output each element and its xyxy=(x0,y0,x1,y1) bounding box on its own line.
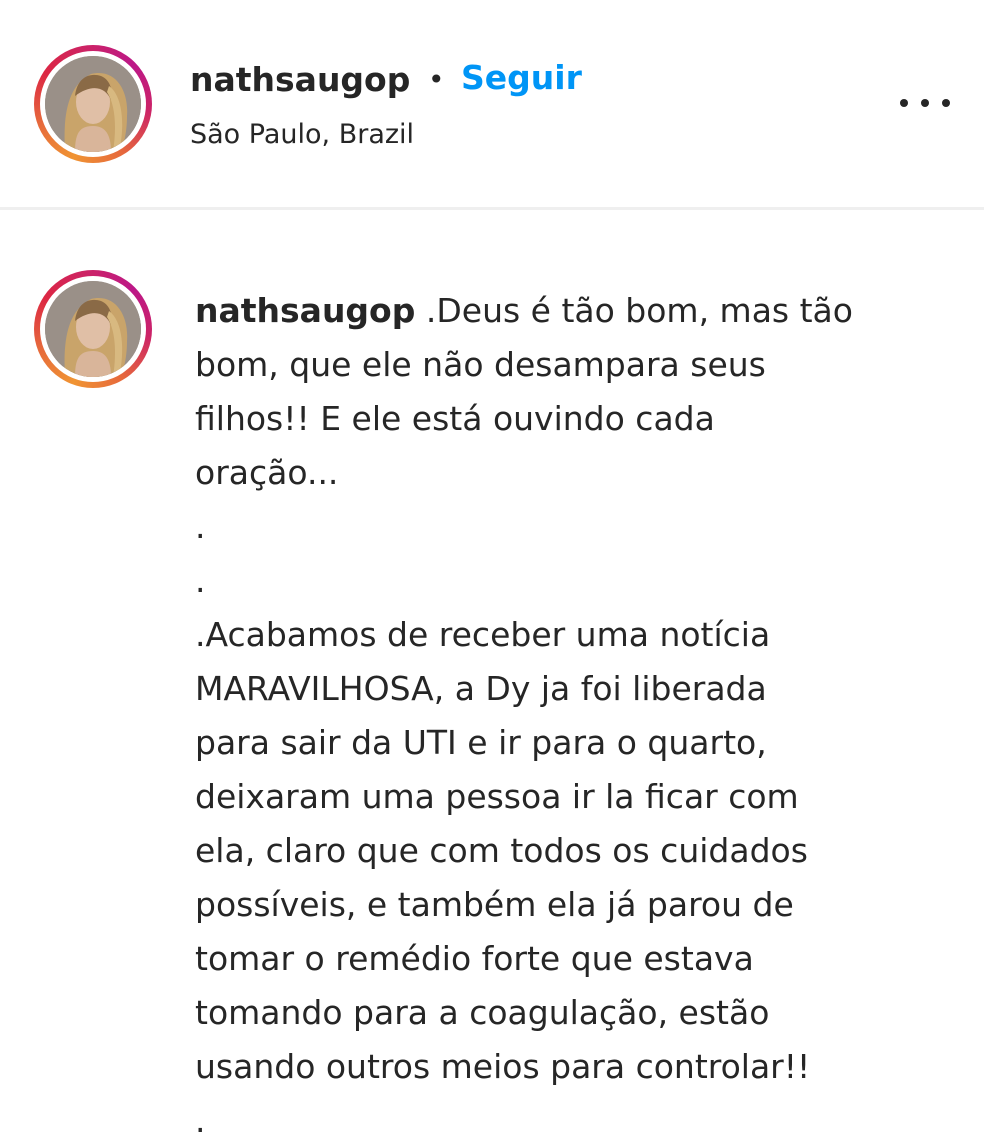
post-header: nathsaugop • Seguir São Paulo, Brazil xyxy=(0,0,984,210)
caption-line: . xyxy=(195,507,206,546)
caption-username[interactable]: nathsaugop xyxy=(195,291,415,330)
profile-photo-icon xyxy=(45,281,141,377)
caption-line: . xyxy=(195,561,206,600)
more-dot xyxy=(900,99,908,107)
comment-avatar[interactable] xyxy=(34,270,152,388)
more-dot xyxy=(921,99,929,107)
avatar-ring-gap xyxy=(40,51,146,157)
header-username[interactable]: nathsaugop xyxy=(190,58,410,102)
caption-line: possíveis, e também ela já parou de xyxy=(195,885,794,924)
separator-dot: • xyxy=(428,63,445,96)
header-avatar[interactable] xyxy=(34,45,152,163)
caption-line: bom, que ele não desampara seus xyxy=(195,345,766,384)
post-caption: nathsaugop .Deus é tão bom, mas tão bom,… xyxy=(195,284,970,1148)
profile-photo-icon xyxy=(45,56,141,152)
caption-line: para sair da UTI e ir para o quarto, xyxy=(195,723,767,762)
follow-button[interactable]: Seguir xyxy=(461,56,582,100)
more-options-icon[interactable] xyxy=(900,88,950,118)
caption-line: tomando para a coagulação, estão xyxy=(195,993,770,1032)
caption-line: filhos!! E ele está ouvindo cada xyxy=(195,399,715,438)
caption-line: .Acabamos de receber uma notícia xyxy=(195,615,771,654)
caption-line: oração... xyxy=(195,453,339,492)
caption-line: ela, claro que com todos os cuidados xyxy=(195,831,808,870)
location-link[interactable]: São Paulo, Brazil xyxy=(190,116,414,154)
caption-line: nathsaugop .Deus é tão bom, mas tão xyxy=(195,284,970,338)
avatar-ring-gap xyxy=(40,276,146,382)
caption-line: usando outros meios para controlar!! xyxy=(195,1047,811,1086)
caption-line: deixaram uma pessoa ir la ficar com xyxy=(195,777,799,816)
caption-line: . xyxy=(195,1101,206,1140)
more-dot xyxy=(942,99,950,107)
caption-text: .Deus é tão bom, mas tão xyxy=(425,291,853,330)
caption-line: MARAVILHOSA, a Dy ja foi liberada xyxy=(195,669,767,708)
caption-line: tomar o remédio forte que estava xyxy=(195,939,754,978)
